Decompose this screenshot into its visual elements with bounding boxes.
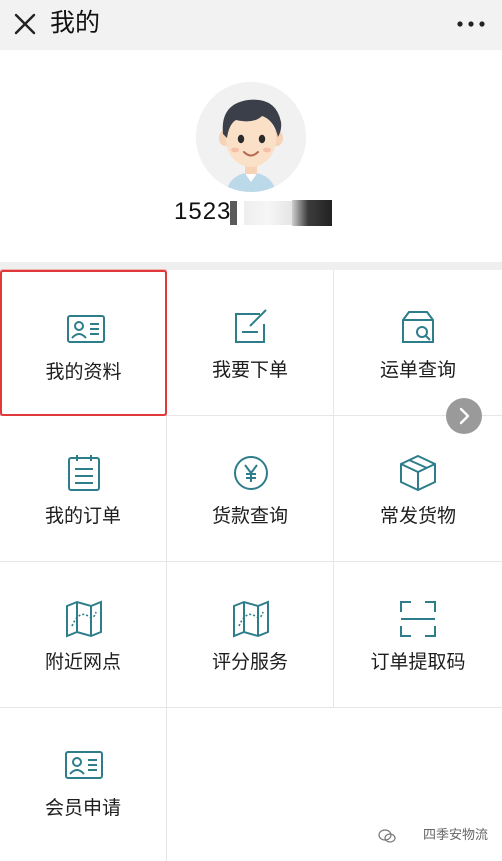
- menu-grid: 我的资料 我要下单 运单查询 我的订单 货款查询 常发货物 附近网点 评分服务 …: [0, 270, 502, 861]
- edit-note-icon: [230, 306, 272, 348]
- more-dots-icon: [457, 21, 485, 27]
- scan-frame-icon: [397, 598, 439, 640]
- menu-item-waybill-query[interactable]: 运单查询: [334, 270, 502, 416]
- section-divider: [0, 262, 502, 270]
- menu-item-place-order[interactable]: 我要下单: [167, 270, 334, 416]
- menu-item-member-application[interactable]: 会员申请: [0, 708, 167, 861]
- id-card-icon: [63, 744, 105, 786]
- close-button[interactable]: [10, 9, 40, 39]
- list-clipboard-icon: [63, 452, 105, 494]
- top-bar: 我的: [0, 0, 502, 50]
- privacy-mask: [292, 200, 332, 226]
- box-search-icon: [397, 306, 439, 348]
- menu-item-label: 订单提取码: [370, 651, 466, 673]
- menu-item-frequent-goods[interactable]: 常发货物: [334, 416, 502, 562]
- yen-coin-icon: [230, 452, 272, 494]
- menu-item-label: 附近网点: [44, 651, 121, 673]
- menu-item-label: 货款查询: [211, 505, 288, 527]
- profile-section: 1523: [0, 50, 502, 262]
- close-icon: [14, 13, 36, 35]
- more-button[interactable]: [454, 12, 488, 36]
- menu-item-label: 我的订单: [44, 505, 121, 527]
- menu-item-label: 我的资料: [45, 361, 122, 383]
- menu-item-my-profile[interactable]: 我的资料: [0, 270, 167, 416]
- map-route-icon: [230, 598, 272, 640]
- menu-item-label: 我要下单: [211, 359, 288, 381]
- chevron-right-icon: [459, 407, 470, 425]
- menu-item-label: 运单查询: [379, 359, 456, 381]
- map-route-icon: [63, 598, 105, 640]
- next-page-button[interactable]: [446, 398, 482, 434]
- privacy-mask: [230, 201, 237, 225]
- menu-item-label: 评分服务: [211, 651, 288, 673]
- parcel-box-icon: [397, 452, 439, 494]
- watermark-text: 四季安物流: [422, 828, 488, 843]
- avatar[interactable]: [196, 82, 306, 192]
- cartoon-boy-avatar-icon: [196, 82, 306, 192]
- menu-item-label: 会员申请: [44, 797, 121, 819]
- menu-item-my-orders[interactable]: 我的订单: [0, 416, 167, 562]
- menu-item-label: 常发货物: [379, 505, 456, 527]
- menu-item-nearby-outlets[interactable]: 附近网点: [0, 562, 167, 708]
- wechat-logo-icon: [378, 828, 396, 844]
- page-title: 我的: [50, 8, 101, 37]
- phone-number: 1523: [174, 198, 232, 225]
- menu-item-order-pickup-code[interactable]: 订单提取码: [334, 562, 502, 708]
- menu-item-rate-service[interactable]: 评分服务: [167, 562, 334, 708]
- menu-item-payment-query[interactable]: 货款查询: [167, 416, 334, 562]
- id-card-icon: [65, 308, 107, 350]
